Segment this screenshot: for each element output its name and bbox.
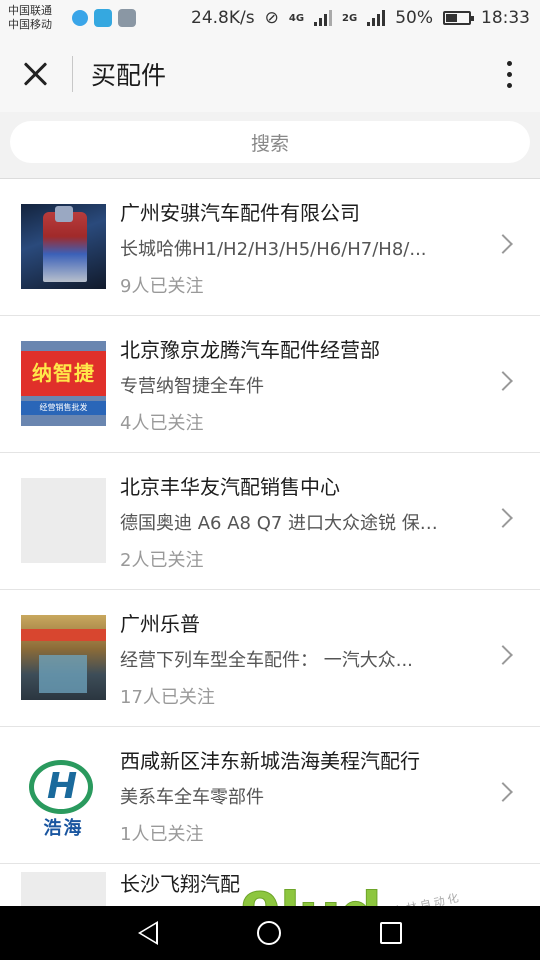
robot-image [43,212,87,282]
chevron-right-icon [493,508,513,528]
carrier-1: 中国联通 [8,4,52,17]
home-icon[interactable] [257,921,281,945]
carrier-2: 中国移动 [8,18,52,31]
search-input[interactable]: 搜索 [10,121,530,163]
shop-sign-text: 纳智捷 [32,361,95,385]
chevron-right-icon [493,782,513,802]
battery-percent: 50% [395,8,433,28]
supplier-name: 北京丰华友汽配销售中心 [120,475,340,499]
supplier-description: 美系车全车零部件 [120,787,264,808]
robot-head-image [55,206,73,222]
mute-icon: ⊘ [264,8,279,28]
chevron-right-icon [493,371,513,391]
signal-strength-icon-2 [367,10,386,26]
follower-count: 1人已关注 [120,824,204,845]
supplier-name: 广州乐普 [120,612,200,636]
app-header: 买配件 [0,36,540,112]
supplier-name: 西咸新区沣东新城浩海美程汽配行 [120,749,420,773]
follower-count: 4人已关注 [120,413,204,434]
supplier-description: 专营纳智捷全车件 [120,376,264,397]
system-nav-bar [0,906,540,960]
recent-apps-icon[interactable] [380,922,402,944]
supplier-name: 广州安骐汽车配件有限公司 [120,201,360,225]
search-bar-container: 搜索 [0,112,540,179]
logo-text: 浩海 [43,818,84,837]
storefront-door [39,655,87,693]
list-item[interactable]: 广州乐普 经营下列车型全车配件： 一汽大众... 17人已关注 [0,590,540,727]
status-bar: 中国联通 中国移动 24.8K/s ⊘ 4G 2G 50% 18:33 [0,0,540,36]
follower-count: 17人已关注 [120,687,215,708]
network-type-1: 4G [288,12,305,24]
supplier-thumbnail [21,204,106,289]
list-item[interactable]: 广州安骐汽车配件有限公司 长城哈佛H1/H2/H3/H5/H6/H7/H8/..… [0,179,540,316]
follower-count: 9人已关注 [120,276,204,297]
storefront-banner [21,629,106,641]
supplier-name: 长沙飞翔汽配 [120,872,240,896]
close-icon[interactable] [18,56,54,92]
shop-sign: 纳智捷 [21,351,106,396]
list-item[interactable]: 北京丰华友汽配销售中心 德国奥迪 A6 A8 Q7 进口大众途锐 保时捷 ...… [0,453,540,590]
supplier-logo: H 浩海 [21,752,106,837]
logo-letter: H [47,766,78,807]
search-placeholder: 搜索 [250,132,289,155]
network-speed: 24.8K/s [191,8,255,28]
carrier-info: 中国联通 中国移动 [8,4,66,32]
chevron-right-icon [493,234,513,254]
network-type-2: 2G [342,12,358,24]
list-item[interactable]: H 浩海 西咸新区沣东新城浩海美程汽配行 美系车全车零部件 1人已关注 [0,727,540,864]
gallery-app-icon [118,9,136,27]
list-item[interactable]: 纳智捷 经营销售批发 北京豫京龙腾汽车配件经营部 专营纳智捷全车件 4人已关注 [0,316,540,453]
more-options-icon[interactable] [504,60,514,88]
supplier-thumbnail-placeholder [21,478,106,563]
supplier-description: 长城哈佛H1/H2/H3/H5/H6/H7/H8/... [120,239,427,260]
chevron-right-icon [493,645,513,665]
supplier-thumbnail: 纳智捷 经营销售批发 [21,341,106,426]
supplier-list: 广州安骐汽车配件有限公司 长城哈佛H1/H2/H3/H5/H6/H7/H8/..… [0,179,540,924]
supplier-description: 德国奥迪 A6 A8 Q7 进口大众途锐 保时捷 ... [120,513,450,534]
header-divider [72,56,73,92]
clock: 18:33 [481,8,530,28]
supplier-thumbnail [21,615,106,700]
shop-strip-text: 经营销售批发 [39,403,88,412]
follower-count: 2人已关注 [120,550,204,571]
signal-strength-icon [314,10,333,26]
page-title: 买配件 [91,61,167,90]
location-app-icon [94,9,112,27]
shop-strip: 经营销售批发 [21,401,106,415]
back-icon[interactable] [138,921,158,945]
supplier-name: 北京豫京龙腾汽车配件经营部 [120,338,380,362]
battery-icon [443,11,474,25]
app-notification-icon [72,10,88,26]
supplier-description: 经营下列车型全车配件： 一汽大众... [120,650,413,671]
